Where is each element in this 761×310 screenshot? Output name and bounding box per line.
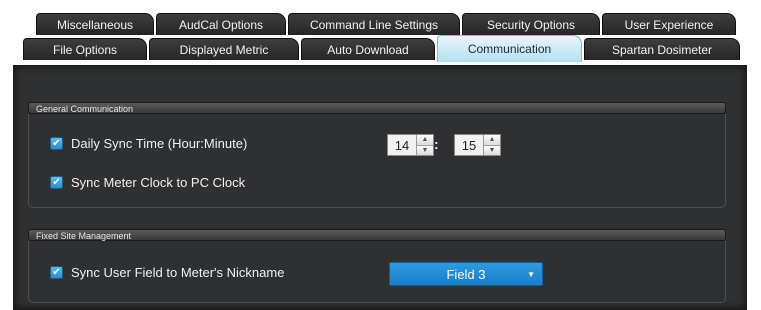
tab-audcal-options[interactable]: AudCal Options [156,13,286,35]
general-communication-header: General Communication [28,102,726,114]
tab-strip: Miscellaneous AudCal Options Command Lin… [0,0,761,66]
minute-stepper-arrows: ▲ ▼ [483,135,500,155]
tab-communication[interactable]: Communication [437,35,582,62]
general-communication-group [28,114,726,208]
tab-file-options[interactable]: File Options [23,38,147,60]
check-icon: ✔ [52,266,61,278]
caret-down-icon: ▼ [527,270,535,279]
hour-stepper[interactable]: 14 ▲ ▼ [387,134,434,156]
sync-clock-row: ✔ Sync Meter Clock to PC Clock [50,175,245,190]
tab-user-experience[interactable]: User Experience [602,13,736,35]
tab-security-options[interactable]: Security Options [462,13,600,35]
chevron-down-icon[interactable]: ▼ [417,144,433,155]
time-separator: : [434,136,439,152]
chevron-up-icon[interactable]: ▲ [484,135,500,145]
sync-user-label: Sync User Field to Meter's Nickname [71,265,285,280]
sync-user-row: ✔ Sync User Field to Meter's Nickname [50,265,284,280]
tab-spartan-dosimeter[interactable]: Spartan Dosimeter [584,38,740,60]
minute-value[interactable]: 15 [455,135,483,155]
sync-clock-label: Sync Meter Clock to PC Clock [71,175,246,190]
field-select[interactable]: Field 3 ▼ [389,262,543,286]
check-icon: ✔ [52,176,61,188]
daily-sync-checkbox[interactable]: ✔ [50,137,63,150]
hour-value[interactable]: 14 [388,135,416,155]
sync-clock-checkbox[interactable]: ✔ [50,176,63,189]
tab-auto-download[interactable]: Auto Download [301,38,435,60]
hour-stepper-arrows: ▲ ▼ [416,135,433,155]
tab-command-line-settings[interactable]: Command Line Settings [288,13,460,35]
chevron-down-icon[interactable]: ▼ [484,144,500,155]
daily-sync-row: ✔ Daily Sync Time (Hour:Minute) [50,136,247,151]
daily-sync-label: Daily Sync Time (Hour:Minute) [71,136,248,151]
sync-user-checkbox[interactable]: ✔ [50,266,63,279]
chevron-up-icon[interactable]: ▲ [417,135,433,145]
tab-displayed-metric[interactable]: Displayed Metric [149,38,299,60]
tab-miscellaneous[interactable]: Miscellaneous [36,13,154,35]
fixed-site-header: Fixed Site Management [28,229,726,241]
communication-panel: General Communication ✔ Daily Sync Time … [13,65,747,310]
check-icon: ✔ [52,137,61,149]
minute-stepper[interactable]: 15 ▲ ▼ [454,134,501,156]
field-select-value: Field 3 [446,266,486,282]
